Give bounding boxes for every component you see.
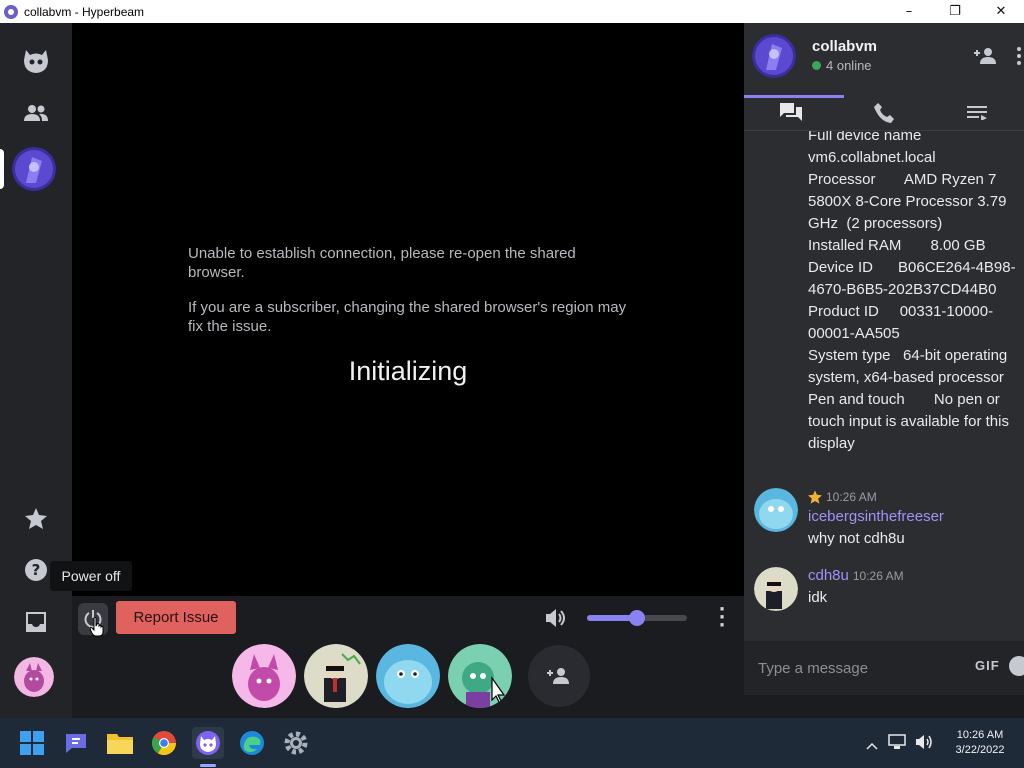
shared-browser-view[interactable]: Unable to establish connection, please r…: [72, 23, 744, 596]
volume-slider-knob[interactable]: [629, 610, 645, 626]
user-avatar[interactable]: [14, 657, 54, 697]
message-text: idk: [808, 589, 828, 606]
queue-list-icon: [967, 106, 988, 120]
window-titlebar: collabvm - Hyperbeam – ❐ ✕: [0, 0, 1024, 23]
message-avatar: [754, 488, 798, 532]
add-user-icon[interactable]: [974, 47, 998, 69]
close-button[interactable]: ✕: [978, 0, 1024, 23]
more-options-icon[interactable]: · · ·: [712, 601, 732, 635]
gif-button[interactable]: GIF: [975, 658, 1000, 673]
volume-slider[interactable]: [587, 610, 687, 626]
chat-bubbles-icon: [779, 103, 802, 121]
chat-tabs: [744, 95, 1024, 131]
sysinfo-line: Device ID B06CE264-4B98-4670-B6B5-202B37…: [808, 259, 1016, 298]
member-avatar-cat[interactable]: [448, 644, 512, 708]
initializing-status: Initializing: [348, 356, 468, 386]
active-room-indicator: [0, 149, 4, 189]
tab-call[interactable]: [837, 95, 930, 131]
message-time: 10:26 AM: [852, 568, 904, 583]
taskbar-clock[interactable]: 10:26 AM 3/22/2022: [942, 728, 1018, 758]
member-avatar-suit[interactable]: [304, 644, 368, 708]
tab-chat[interactable]: [744, 95, 845, 131]
chat-messages: Full device name vm6.collabnet.local Pro…: [744, 131, 1024, 631]
inbox-icon[interactable]: [12, 598, 60, 646]
system-tray: [866, 734, 934, 754]
controls-bar: Report Issue · · ·: [72, 596, 744, 718]
hyperbeam-app-icon: [4, 4, 18, 19]
network-icon[interactable]: [888, 734, 906, 754]
svg-text:?: ?: [32, 561, 41, 579]
power-off-tooltip: Power off: [50, 561, 132, 591]
chat-footer: [744, 695, 1024, 718]
room-name: collabvm: [812, 38, 878, 55]
room-avatar: [752, 34, 796, 78]
member-avatar-blob[interactable]: [376, 644, 440, 708]
room-avatar[interactable]: [12, 147, 56, 191]
online-count: 4 online: [812, 58, 872, 73]
message-composer: GIF: [744, 641, 1024, 695]
star-badge-icon: [808, 490, 822, 504]
chat-panel: collabvm 4 online Full device name vm6.c…: [744, 23, 1024, 718]
clock-time: 10:26 AM: [956, 729, 1004, 741]
windows-start-icon[interactable]: [16, 727, 48, 759]
sysinfo-line: Full device name: [808, 131, 922, 144]
system-info-message: Full device name vm6.collabnet.local Pro…: [808, 131, 1024, 455]
windows-taskbar: 10:26 AM 3/22/2022: [0, 718, 1024, 768]
region-hint-message: If you are a subscriber, changing the sh…: [188, 299, 627, 335]
sysinfo-line: Product ID 00331-10000-00001-AA505: [808, 303, 994, 342]
emoji-icon[interactable]: [1009, 656, 1024, 676]
minimize-button[interactable]: –: [886, 0, 932, 23]
message-username[interactable]: cdh8u: [808, 567, 849, 584]
sysinfo-line: System type 64-bit operating system, x64…: [808, 347, 1012, 386]
maximize-button[interactable]: ❐: [932, 0, 978, 23]
volume-icon[interactable]: [546, 608, 568, 632]
report-issue-button[interactable]: Report Issue: [116, 601, 236, 634]
friends-icon[interactable]: [12, 89, 60, 137]
chevron-up-icon[interactable]: [866, 735, 878, 754]
chrome-icon[interactable]: [148, 727, 180, 759]
sysinfo-line: Installed RAM 8.00 GB: [808, 237, 986, 254]
power-off-button[interactable]: [78, 603, 108, 637]
hyperbeam-home-icon[interactable]: [12, 37, 60, 85]
star-icon[interactable]: [12, 494, 60, 542]
message-username[interactable]: icebergsinthefreeser: [808, 508, 944, 525]
speaker-icon[interactable]: [916, 734, 934, 754]
file-explorer-icon[interactable]: [104, 727, 136, 759]
message-meta: cdh8u 10:26 AM: [808, 567, 904, 584]
member-avatar-pink[interactable]: [232, 644, 296, 708]
sysinfo-line: vm6.collabnet.local: [808, 149, 936, 166]
message-input[interactable]: [758, 657, 958, 679]
add-person-icon: [547, 668, 569, 684]
hand-cursor-icon: [90, 617, 104, 637]
sysinfo-line: Pen and touch No pen or touch input is a…: [808, 391, 1014, 452]
online-count-text: 4 online: [826, 58, 872, 73]
connection-error-message: Unable to establish connection, please r…: [188, 245, 576, 281]
teams-chat-icon[interactable]: [60, 727, 92, 759]
chat-more-icon[interactable]: [1016, 47, 1022, 69]
settings-gear-icon[interactable]: [280, 727, 312, 759]
online-status-dot: [812, 61, 821, 70]
edge-icon[interactable]: [236, 727, 268, 759]
active-app-indicator: [200, 764, 216, 767]
message-meta: 10:26 AM: [808, 490, 877, 504]
phone-icon: [873, 103, 894, 123]
sysinfo-line: Processor AMD Ryzen 7 5800X 8-Core Proce…: [808, 171, 1011, 232]
message-time: 10:26 AM: [826, 490, 877, 504]
member-avatars: [232, 644, 590, 708]
hyperbeam-taskbar-icon[interactable]: [192, 727, 224, 759]
message-text: why not cdh8u: [808, 530, 905, 547]
tab-queue[interactable]: [931, 95, 1024, 131]
chat-header: collabvm 4 online: [744, 23, 1024, 95]
message-avatar: [754, 567, 798, 611]
left-rail: ?: [0, 23, 72, 718]
window-title: collabvm - Hyperbeam: [24, 4, 145, 19]
clock-date: 3/22/2022: [955, 744, 1005, 756]
invite-member-button[interactable]: [528, 645, 590, 707]
